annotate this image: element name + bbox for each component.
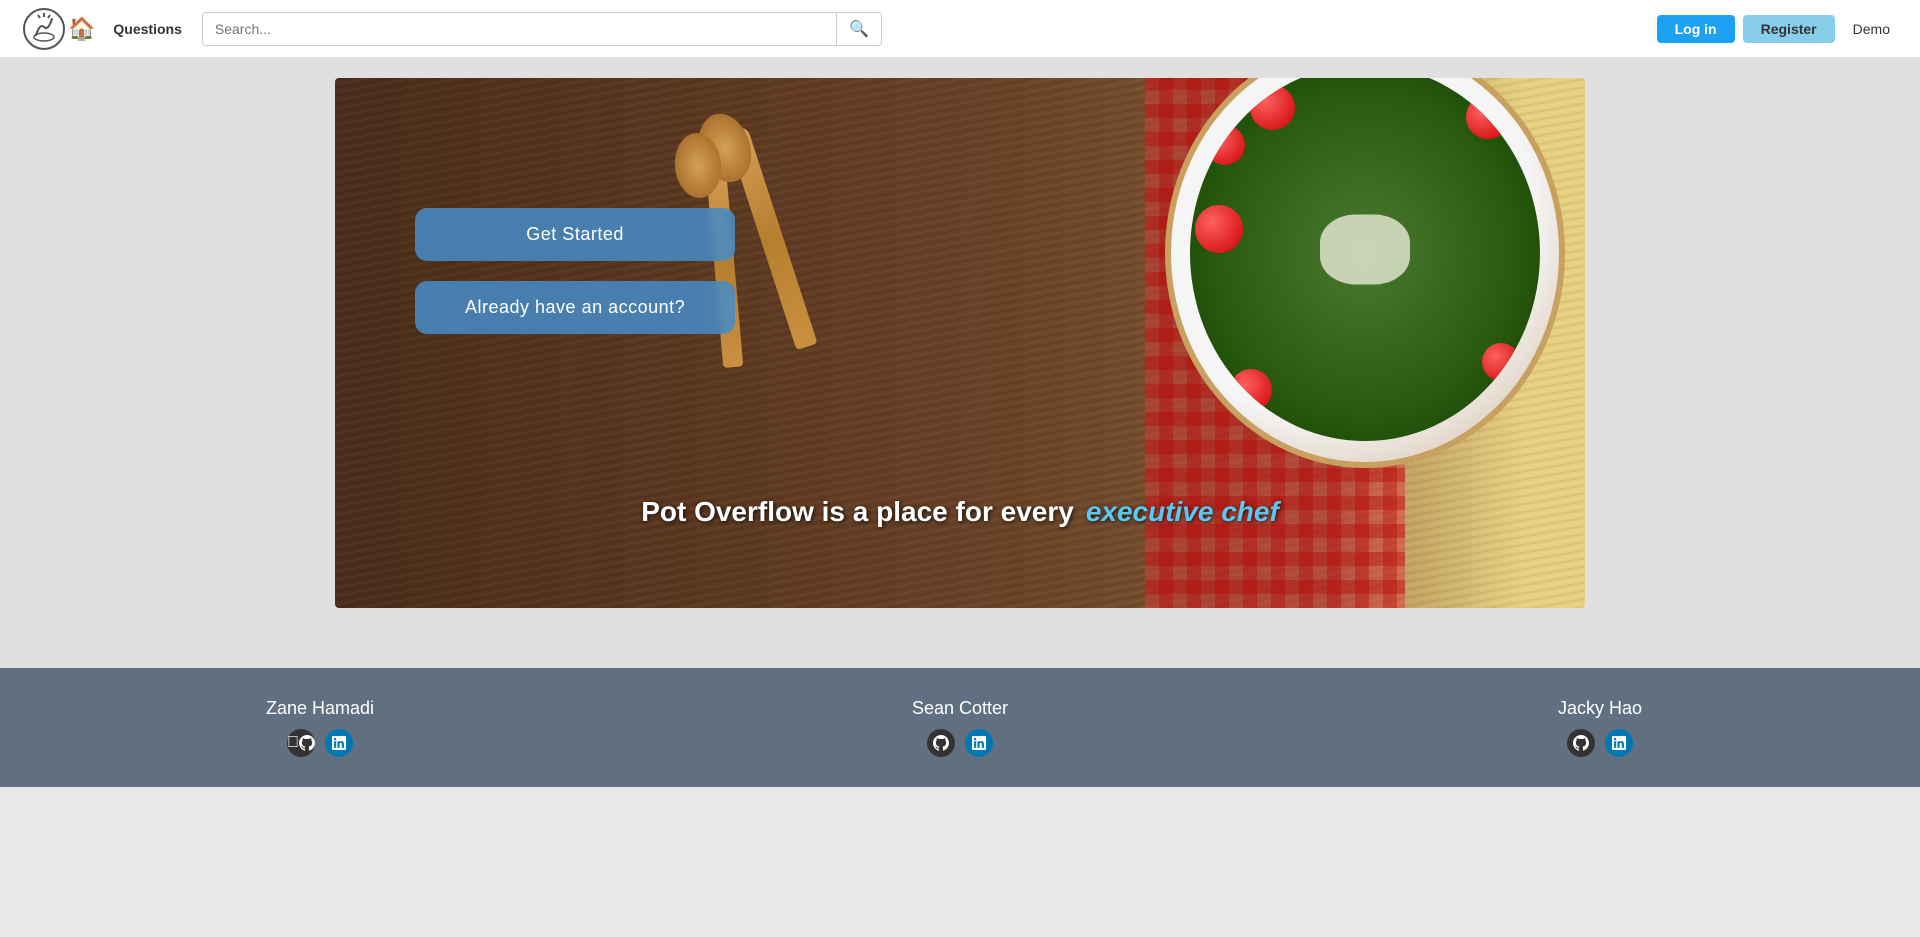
search-button[interactable]: 🔍 bbox=[836, 13, 881, 45]
footer-icons-1:  bbox=[287, 729, 353, 757]
tomato-6 bbox=[1466, 95, 1510, 139]
footer-person-3: Jacky Hao bbox=[1280, 698, 1920, 757]
footer-person-1: Zane Hamadi  bbox=[0, 698, 640, 757]
auth-buttons: Log in Register Demo bbox=[1657, 15, 1900, 43]
login-button[interactable]: Log in bbox=[1657, 15, 1735, 43]
search-input[interactable] bbox=[203, 15, 836, 43]
cheese bbox=[1320, 215, 1410, 285]
tagline-prefix: Pot Overflow is a place for every bbox=[641, 496, 1074, 528]
hero-section: Get Started Already have an account? Pot… bbox=[335, 78, 1585, 608]
tomato-5 bbox=[1482, 343, 1520, 381]
get-started-button[interactable]: Get Started bbox=[415, 208, 735, 261]
linkedin-icon-2[interactable] bbox=[965, 729, 993, 757]
footer-icons-2 bbox=[927, 729, 993, 757]
github-icon-2[interactable] bbox=[927, 729, 955, 757]
footer-name-1: Zane Hamadi bbox=[266, 698, 374, 719]
navbar: 🏠 Questions 🔍 Log in Register Demo bbox=[0, 0, 1920, 58]
hero-footer-gap bbox=[0, 608, 1920, 668]
demo-button[interactable]: Demo bbox=[1843, 15, 1900, 43]
footer: Zane Hamadi  Sean Cotter Jacky Hao bbox=[0, 668, 1920, 787]
questions-link[interactable]: Questions bbox=[113, 21, 181, 37]
linkedin-icon-1[interactable] bbox=[325, 729, 353, 757]
footer-name-3: Jacky Hao bbox=[1558, 698, 1642, 719]
logo[interactable] bbox=[20, 5, 68, 53]
hero-tagline: Pot Overflow is a place for every execut… bbox=[335, 496, 1585, 528]
search-icon: 🔍 bbox=[849, 21, 869, 38]
footer-icons-3 bbox=[1567, 729, 1633, 757]
register-button[interactable]: Register bbox=[1743, 15, 1835, 43]
already-account-button[interactable]: Already have an account? bbox=[415, 281, 735, 334]
github-icon-3[interactable] bbox=[1567, 729, 1595, 757]
github-icon-1[interactable]:  bbox=[287, 729, 315, 757]
footer-name-2: Sean Cotter bbox=[912, 698, 1008, 719]
tomato-2 bbox=[1205, 125, 1245, 165]
home-icon[interactable]: 🏠 bbox=[68, 16, 95, 42]
hero-background: Get Started Already have an account? Pot… bbox=[335, 78, 1585, 608]
tomato-3 bbox=[1195, 205, 1243, 253]
hero-buttons: Get Started Already have an account? bbox=[415, 208, 735, 334]
tomato-1 bbox=[1250, 85, 1295, 130]
search-bar: 🔍 bbox=[202, 12, 882, 46]
footer-person-2: Sean Cotter bbox=[640, 698, 1280, 757]
tomato-4 bbox=[1230, 369, 1272, 411]
hero-salad bbox=[1190, 78, 1539, 441]
tagline-suffix: executive chef bbox=[1086, 496, 1279, 528]
linkedin-icon-3[interactable] bbox=[1605, 729, 1633, 757]
